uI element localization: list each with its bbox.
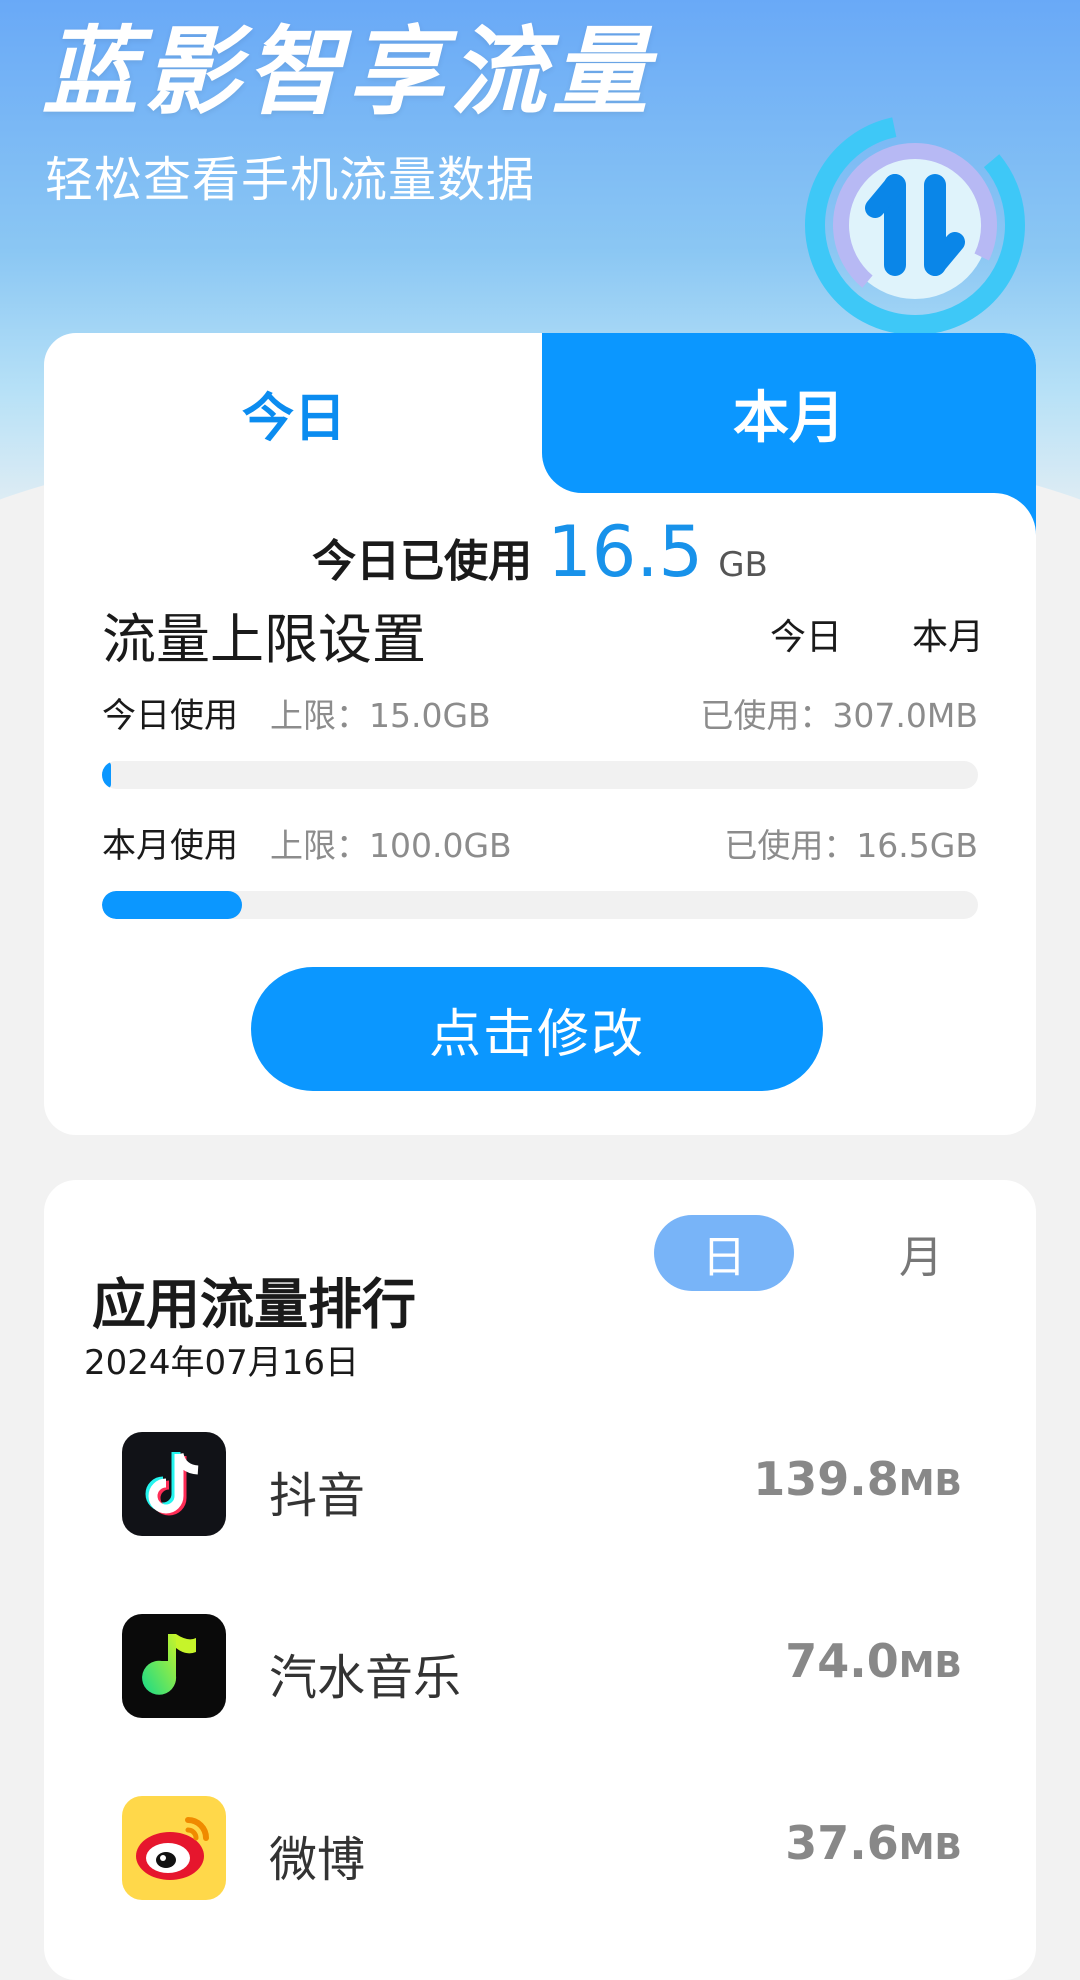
today-used-text: 已使用：307.0MB: [700, 696, 978, 735]
tab-month[interactable]: 本月: [542, 333, 1036, 493]
app-traffic-size: 74.0MB: [785, 1634, 962, 1688]
today-limit-text: 上限：15.0GB: [270, 696, 491, 735]
summary-value: 16.5: [547, 511, 704, 593]
app-row-douyin[interactable]: 抖音 139.8MB: [44, 1432, 1036, 1552]
usage-card: 今日 本月 今日已使用 16.5 GB 流量上限设置 今日 本月 今日使用 上限…: [44, 333, 1036, 1135]
rank-date: 2024年07月16日: [84, 1343, 360, 1383]
today-progress-fill: [102, 761, 111, 789]
segment-month[interactable]: 月: [899, 1215, 943, 1291]
app-title: 蓝影智享流量: [42, 16, 654, 128]
limits-toggle-today[interactable]: 今日: [770, 608, 842, 660]
month-progress-bar: [102, 891, 978, 919]
month-limit-text: 上限：100.0GB: [270, 826, 512, 865]
qishui-music-icon: [122, 1614, 226, 1718]
app-traffic-size: 139.8MB: [753, 1452, 962, 1506]
summary-label: 今日已使用: [312, 536, 533, 587]
segment-day[interactable]: 日: [654, 1215, 794, 1291]
douyin-icon: [122, 1432, 226, 1536]
app-name: 汽水音乐: [269, 1650, 462, 1706]
app-traffic-size: 37.6MB: [785, 1816, 962, 1870]
today-usage-summary: 今日已使用 16.5 GB: [44, 511, 1036, 593]
month-used-text: 已使用：16.5GB: [724, 826, 978, 865]
weibo-icon: [122, 1796, 226, 1900]
app-name: 微博: [269, 1832, 366, 1888]
app-name: 抖音: [269, 1468, 366, 1524]
app-rank-card: 应用流量排行 日 月 2024年07月16日 抖音 139.8MB 汽水音乐 7…: [44, 1180, 1036, 1980]
app-row-qishui-music[interactable]: 汽水音乐 74.0MB: [44, 1614, 1036, 1734]
rank-title: 应用流量排行: [92, 1273, 416, 1336]
today-usage-label: 今日使用: [102, 696, 238, 736]
month-usage-label: 本月使用: [102, 826, 238, 866]
tab-today[interactable]: 今日: [44, 333, 544, 493]
today-progress-bar: [102, 761, 978, 789]
data-transfer-arrows-icon: [805, 115, 1025, 335]
limits-title: 流量上限设置: [102, 608, 426, 671]
app-subtitle: 轻松查看手机流量数据: [45, 152, 536, 208]
summary-unit: GB: [718, 545, 768, 585]
modify-limit-button[interactable]: 点击修改: [251, 967, 823, 1091]
app-row-weibo[interactable]: 微博 37.6MB: [44, 1796, 1036, 1916]
limits-toggle-month[interactable]: 本月: [912, 608, 984, 660]
month-progress-fill: [102, 891, 243, 919]
